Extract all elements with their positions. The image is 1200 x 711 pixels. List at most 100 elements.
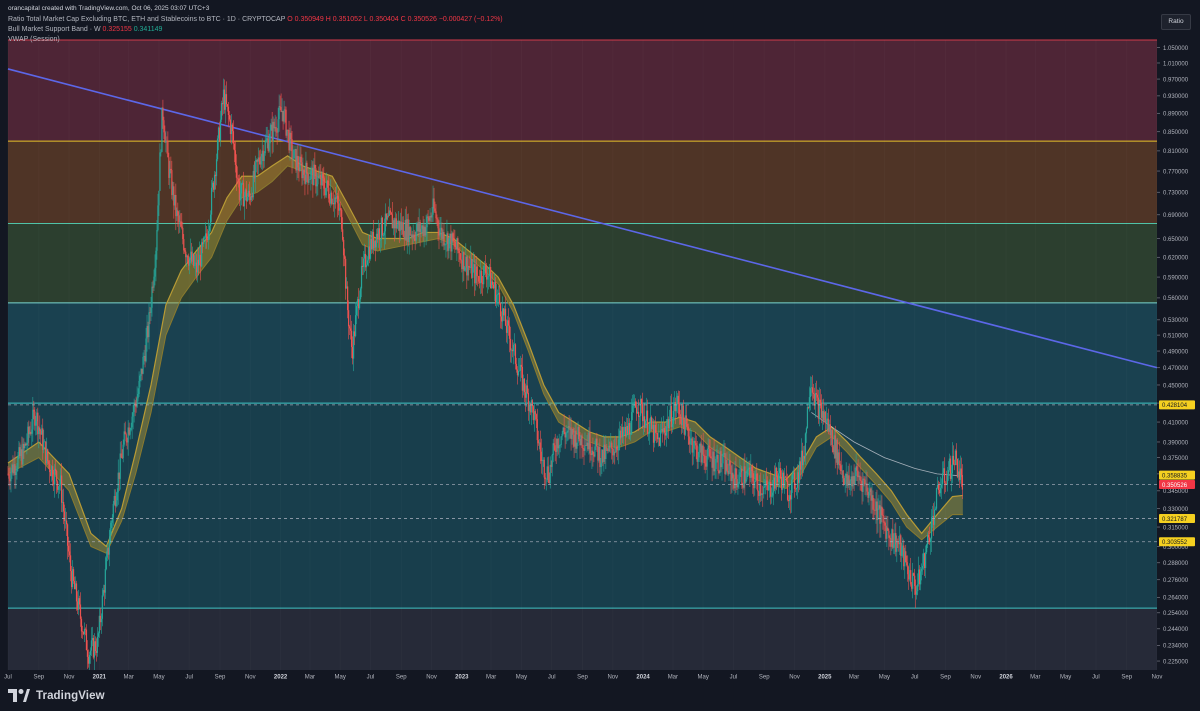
candle-body-739 bbox=[741, 468, 743, 486]
candle-body-435 bbox=[439, 230, 441, 236]
candle-body-785 bbox=[786, 480, 789, 500]
candle-body-453 bbox=[457, 238, 459, 251]
candle-body-187 bbox=[193, 253, 195, 266]
x-tick-label-2021-09-01: Sep bbox=[215, 675, 226, 681]
candle-body-52 bbox=[59, 484, 61, 487]
candle-body-59 bbox=[65, 520, 68, 525]
candle-body-398 bbox=[402, 222, 404, 237]
candle-body-47 bbox=[54, 468, 56, 485]
candle-body-45 bbox=[52, 466, 54, 481]
candle-body-916 bbox=[917, 584, 919, 592]
candle-body-161 bbox=[167, 141, 169, 158]
candle-body-102 bbox=[108, 543, 110, 555]
candle-body-377 bbox=[381, 217, 383, 236]
candle-body-927 bbox=[927, 535, 930, 538]
indicator-bull-band-legend[interactable]: Bull Market Support Band · W 0.325155 0.… bbox=[8, 25, 162, 34]
candle-body-511 bbox=[514, 344, 517, 364]
candle-body-719 bbox=[721, 463, 723, 468]
candle-body-255 bbox=[260, 156, 262, 165]
candle-body-136 bbox=[142, 356, 144, 374]
x-tick-label-2022-07-01: Jul bbox=[367, 675, 375, 681]
tradingview-logo[interactable]: TradingView bbox=[8, 689, 105, 702]
candle-body-358 bbox=[362, 258, 365, 268]
candle-body-287 bbox=[292, 158, 294, 160]
footer-bar: TradingView bbox=[0, 683, 1200, 711]
indicator-vwap-legend[interactable]: VWAP (Session) bbox=[8, 35, 60, 44]
candle-body-520 bbox=[523, 378, 526, 393]
candle-body-789 bbox=[790, 479, 793, 500]
candle-body-555 bbox=[558, 445, 560, 449]
candle-body-235 bbox=[240, 183, 242, 194]
candle-body-116 bbox=[122, 444, 124, 459]
candle-body-78 bbox=[84, 628, 87, 630]
candle-body-346 bbox=[351, 330, 353, 347]
candle-body-345 bbox=[350, 328, 352, 331]
candle-body-620 bbox=[623, 431, 625, 437]
candle-body-824 bbox=[825, 420, 827, 424]
candle-body-24 bbox=[31, 429, 33, 434]
candle-body-343 bbox=[348, 310, 350, 327]
candle-body-73 bbox=[79, 604, 82, 619]
candle-body-546 bbox=[549, 464, 551, 484]
symbol-legend[interactable]: Ratio Total Market Cap Excluding BTC, ET… bbox=[8, 15, 503, 24]
candle-body-221 bbox=[226, 104, 229, 107]
candle-body-171 bbox=[177, 210, 179, 216]
candle-body-761 bbox=[763, 486, 765, 495]
price-tag-0.358835: 0.358835 bbox=[1162, 473, 1188, 479]
y-tick-label-0.410000: 0.410000 bbox=[1163, 420, 1189, 426]
candle-body-593 bbox=[596, 438, 598, 447]
candle-body-677 bbox=[679, 414, 681, 417]
candle-body-477 bbox=[481, 270, 483, 283]
candle-body-867 bbox=[868, 492, 870, 498]
candle-body-152 bbox=[158, 190, 160, 206]
candle-body-921 bbox=[922, 565, 924, 569]
candle-body-881 bbox=[882, 515, 884, 516]
candle-body-744 bbox=[746, 470, 748, 480]
candle-body-464 bbox=[468, 266, 470, 267]
candle-body-322 bbox=[327, 180, 329, 188]
x-tick-label-2024-11-01: Nov bbox=[789, 675, 800, 681]
price-chart[interactable]: 1.050000 1.010000 0.970000 0.930000 0.890000… bbox=[0, 0, 1200, 711]
candle-body-961 bbox=[961, 474, 963, 490]
symbol-title: Ratio Total Market Cap Excluding BTC, ET… bbox=[8, 16, 286, 23]
x-tick-label-2024-05-01: May bbox=[697, 675, 708, 681]
candle-body-737 bbox=[739, 472, 741, 482]
candle-body-615 bbox=[618, 439, 620, 451]
candle-body-905 bbox=[906, 562, 908, 566]
x-tick-label-2020-11-01: Nov bbox=[64, 675, 75, 681]
candle-body-336 bbox=[341, 209, 343, 230]
x-axis-background bbox=[0, 670, 1200, 683]
candle-body-900 bbox=[901, 546, 903, 556]
candle-body-163 bbox=[169, 168, 171, 178]
candle-body-504 bbox=[507, 320, 510, 326]
candle-body-632 bbox=[635, 401, 637, 408]
candle-body-41 bbox=[48, 461, 50, 465]
candle-body-56 bbox=[63, 502, 65, 512]
candle-body-298 bbox=[303, 169, 305, 175]
candle-body-66 bbox=[72, 569, 75, 582]
candle-body-496 bbox=[499, 303, 502, 317]
candle-body-730 bbox=[732, 472, 734, 479]
candle-body-602 bbox=[605, 447, 607, 460]
candle-body-84 bbox=[90, 640, 93, 651]
candle-body-474 bbox=[478, 276, 480, 282]
candle-body-790 bbox=[791, 474, 794, 480]
y-tick-label-0.890000: 0.890000 bbox=[1163, 112, 1189, 118]
candle-body-711 bbox=[713, 451, 715, 472]
candle-body-174 bbox=[180, 221, 182, 227]
y-tick-label-0.264000: 0.264000 bbox=[1163, 596, 1189, 602]
candle-body-204 bbox=[209, 214, 212, 226]
candle-body-144 bbox=[150, 307, 152, 313]
candle-body-505 bbox=[508, 325, 511, 339]
scale-mode-button[interactable]: Ratio bbox=[1161, 14, 1191, 30]
author-line: orancapital created with TradingView.com… bbox=[8, 5, 210, 12]
candle-body-72 bbox=[78, 598, 81, 605]
x-tick-label-2024-07-01: Jul bbox=[730, 675, 738, 681]
candle-body-784 bbox=[785, 477, 788, 481]
candle-body-501 bbox=[504, 308, 507, 326]
candle-body-317 bbox=[322, 173, 324, 179]
x-tick-label-2023-05-01: May bbox=[516, 675, 527, 681]
candle-body-454 bbox=[458, 250, 460, 254]
y-tick-label-0.810000: 0.810000 bbox=[1163, 149, 1189, 155]
x-tick-label-2026-03-01: Mar bbox=[1030, 675, 1040, 681]
